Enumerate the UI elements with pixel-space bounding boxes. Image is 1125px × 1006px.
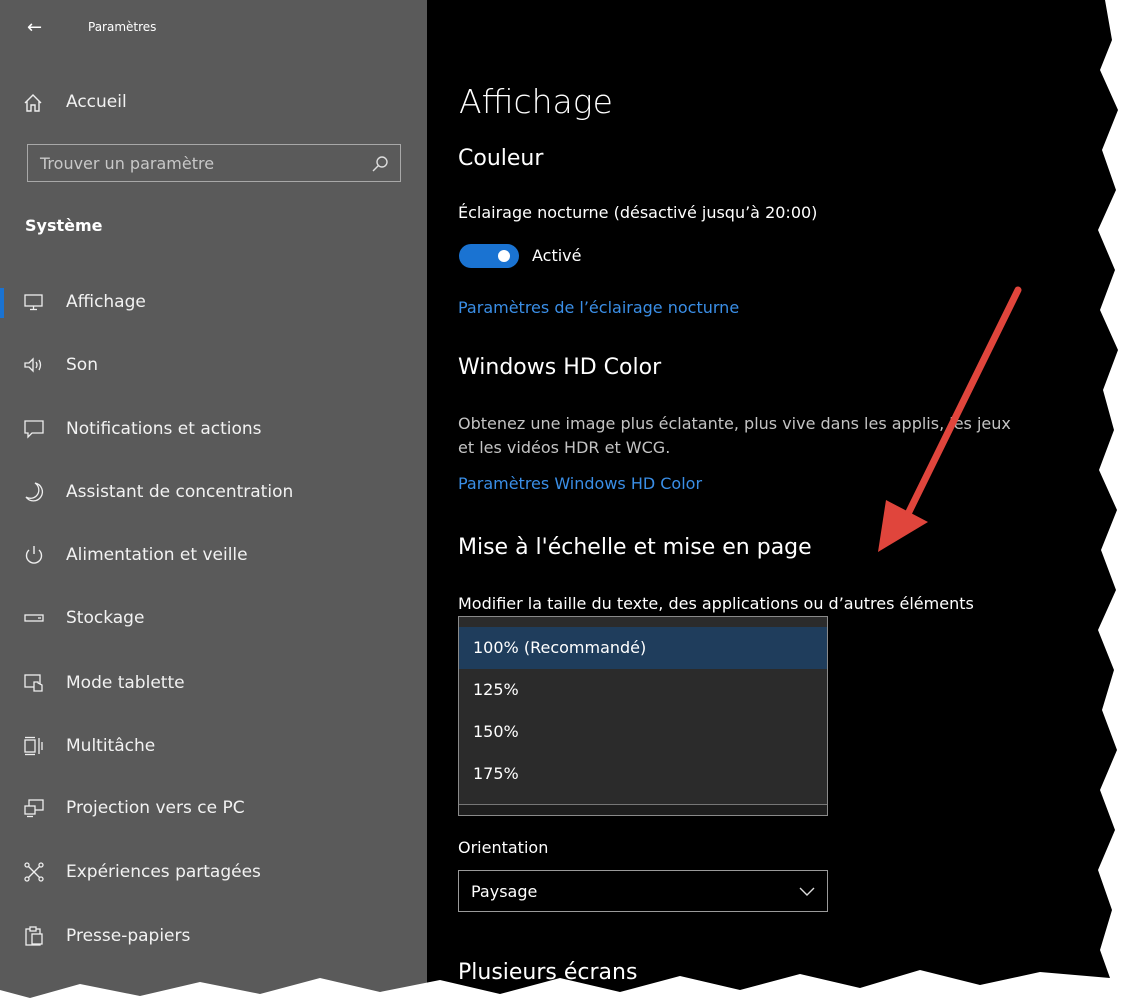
chevron-down-icon <box>799 887 815 896</box>
night-light-label: Éclairage nocturne (désactivé jusqu’à 20… <box>458 203 818 222</box>
clipboard-icon <box>25 926 43 946</box>
main-content: Affichage Couleur Éclairage nocturne (dé… <box>427 0 1118 998</box>
dropdown-bottom-edge <box>459 804 827 815</box>
sidebar-item-label: Notifications et actions <box>66 419 262 439</box>
search-input[interactable]: Trouver un paramètre <box>27 144 401 182</box>
projection-icon <box>24 799 44 818</box>
speaker-icon <box>24 357 42 373</box>
section-title: Système <box>25 216 103 235</box>
orientation-select[interactable]: Paysage <box>458 870 828 912</box>
sidebar-item-label: Alimentation et veille <box>66 545 248 565</box>
sidebar-item-affichage[interactable]: Affichage <box>0 278 427 328</box>
sidebar-item-presse-papiers[interactable]: Presse-papiers <box>0 912 427 962</box>
hdr-description-line2: et les vidéos HDR et WCG. <box>458 438 671 457</box>
page-title: Affichage <box>459 82 613 121</box>
scale-label: Modifier la taille du texte, des applica… <box>458 594 974 613</box>
night-light-toggle[interactable] <box>459 244 519 268</box>
multitask-icon <box>24 736 43 756</box>
power-icon <box>25 546 43 564</box>
notification-icon <box>24 420 44 439</box>
sidebar-item-label: Presse-papiers <box>66 926 191 946</box>
multi-screens-heading: Plusieurs écrans <box>458 960 638 985</box>
sidebar-item-alimentation[interactable]: Alimentation et veille <box>0 531 427 581</box>
toggle-knob <box>498 250 510 262</box>
scale-option[interactable]: 125% <box>459 669 827 711</box>
scale-option-label: 150% <box>473 722 519 741</box>
sidebar-item-label: Assistant de concentration <box>66 482 294 502</box>
scale-option[interactable]: 150% <box>459 711 827 753</box>
monitor-icon <box>24 294 43 311</box>
tablet-icon <box>24 674 43 692</box>
sidebar-item-label: Multitâche <box>66 736 156 756</box>
night-light-settings-link[interactable]: Paramètres de l’éclairage nocturne <box>458 298 739 317</box>
sidebar-item-tablette[interactable]: Mode tablette <box>0 659 427 709</box>
sidebar-item-experiences[interactable]: Expériences partagées <box>0 848 427 898</box>
scale-heading: Mise à l'échelle et mise en page <box>458 535 812 560</box>
sidebar-item-multitache[interactable]: Multitâche <box>0 722 427 772</box>
sidebar-item-projection[interactable]: Projection vers ce PC <box>0 784 427 834</box>
hdr-heading: Windows HD Color <box>458 355 662 380</box>
search-icon[interactable] <box>370 154 390 174</box>
sidebar-item-notifications[interactable]: Notifications et actions <box>0 405 427 455</box>
home-label: Accueil <box>66 92 127 112</box>
hdr-description-line1: Obtenez une image plus éclatante, plus v… <box>458 414 1011 433</box>
sidebar-item-label: Expériences partagées <box>66 862 261 882</box>
storage-icon <box>24 614 44 622</box>
sidebar: ← Paramètres Accueil Trouver un paramètr… <box>0 0 427 998</box>
orientation-value: Paysage <box>471 882 538 901</box>
sidebar-item-stockage[interactable]: Stockage <box>0 594 427 644</box>
scale-option[interactable]: 100% (Recommandé) <box>459 627 827 669</box>
home-icon <box>24 94 42 112</box>
toggle-state-label: Activé <box>532 246 582 265</box>
sidebar-item-label: Projection vers ce PC <box>66 798 245 818</box>
sidebar-item-label: Son <box>66 355 98 375</box>
orientation-label: Orientation <box>458 838 549 857</box>
scale-option-label: 125% <box>473 680 519 699</box>
settings-window: ← Paramètres Accueil Trouver un paramètr… <box>0 0 1118 998</box>
back-arrow-icon[interactable]: ← <box>27 17 42 38</box>
scale-option-label: 175% <box>473 764 519 783</box>
sidebar-item-label: Stockage <box>66 608 145 628</box>
sidebar-item-concentration[interactable]: Assistant de concentration <box>0 468 427 518</box>
scale-option-label: 100% (Recommandé) <box>473 638 647 657</box>
sidebar-item-label: Mode tablette <box>66 673 185 693</box>
shared-icon <box>24 862 44 882</box>
sidebar-item-son[interactable]: Son <box>0 341 427 391</box>
search-placeholder: Trouver un paramètre <box>40 154 215 173</box>
hdr-settings-link[interactable]: Paramètres Windows HD Color <box>458 474 702 493</box>
scale-dropdown-list[interactable]: 100% (Recommandé) 125% 150% 175% <box>458 616 828 816</box>
sidebar-item-label: Affichage <box>66 292 146 312</box>
color-heading: Couleur <box>458 146 544 171</box>
moon-icon <box>25 482 44 502</box>
scale-option[interactable]: 175% <box>459 753 827 795</box>
window-title: Paramètres <box>88 20 157 34</box>
